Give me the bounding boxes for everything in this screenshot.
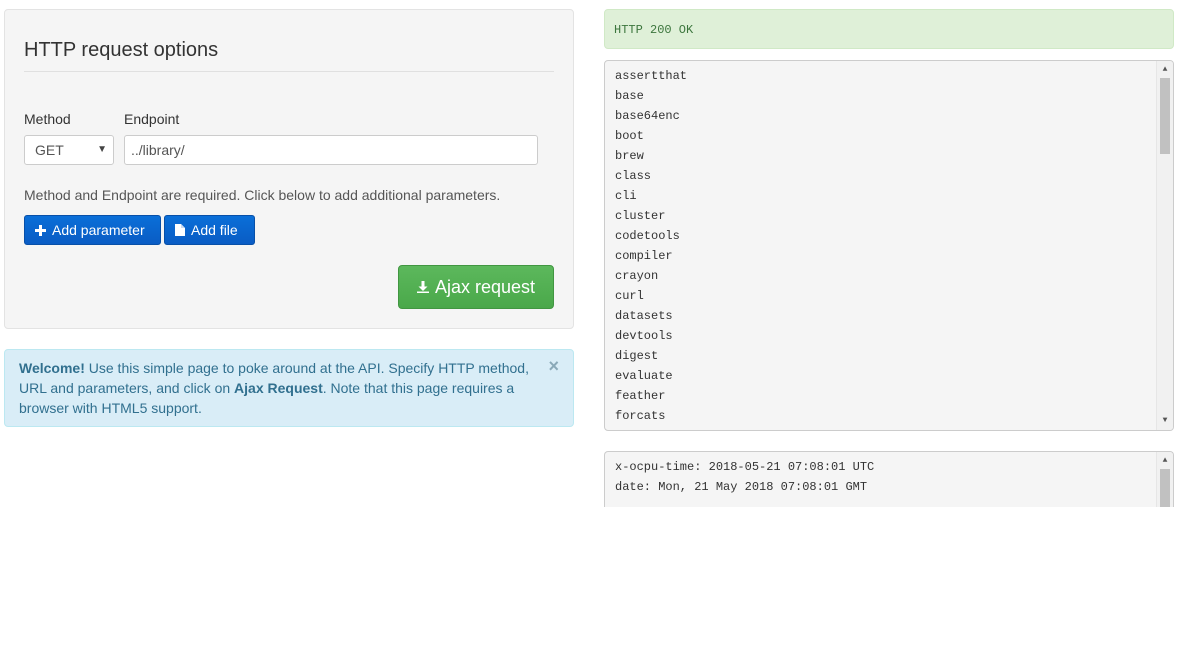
scroll-up-icon[interactable]: ▲ [1157,63,1173,77]
help-text: Method and Endpoint are required. Click … [24,187,501,203]
output-line: feather [615,389,666,403]
add-parameter-button[interactable]: Add parameter [24,215,161,245]
method-label: Method [24,111,71,127]
scroll-thumb[interactable] [1160,469,1170,507]
output-line: brew [615,149,644,163]
method-value: GET [35,142,64,158]
response-body-output[interactable]: assertthat base base64enc boot brew clas… [604,60,1174,431]
output-line: class [615,169,652,183]
download-icon [416,281,429,293]
welcome-strong: Welcome! [19,360,85,376]
output-line: base64enc [615,109,680,123]
welcome-alert: Welcome! Use this simple page to poke ar… [4,349,574,427]
header-line: date: Mon, 21 May 2018 07:08:01 GMT [615,480,868,494]
endpoint-input[interactable] [124,135,538,165]
add-parameter-label: Add parameter [52,222,145,238]
output-line: devtools [615,329,673,343]
caret-down-icon: ▼ [97,144,107,155]
output-line: forcats [615,409,666,423]
right-column: HTTP 200 OK assertthat base base64enc bo… [604,9,1174,507]
response-body-list: assertthat base base64enc boot brew clas… [605,61,1173,426]
response-headers-list: x-ocpu-time: 2018-05-21 07:08:01 UTC dat… [605,452,1173,497]
body-scrollbar[interactable]: ▲ ▼ [1156,61,1173,430]
welcome-ajax-strong: Ajax Request [234,380,323,396]
endpoint-label: Endpoint [124,111,180,127]
close-icon[interactable]: × [548,356,559,376]
left-column: HTTP request options Method Endpoint GET… [4,9,574,427]
status-text: HTTP 200 OK [614,23,694,37]
output-line: datasets [615,309,673,323]
output-line: evaluate [615,369,673,383]
add-file-label: Add file [191,222,238,238]
output-line: base [615,89,644,103]
scroll-thumb[interactable] [1160,78,1170,154]
panel-divider [24,71,554,72]
scroll-down-icon[interactable]: ▼ [1157,414,1173,428]
ajax-request-button[interactable]: Ajax request [398,265,554,309]
output-line: boot [615,129,644,143]
output-line: digest [615,349,659,363]
plus-icon [35,224,46,236]
response-headers-output[interactable]: x-ocpu-time: 2018-05-21 07:08:01 UTC dat… [604,451,1174,507]
panel-title: HTTP request options [24,39,219,61]
headers-scrollbar[interactable]: ▲ [1156,452,1173,507]
ajax-request-label: Ajax request [434,276,536,297]
output-line: compiler [615,249,673,263]
add-file-button[interactable]: Add file [164,215,255,245]
output-line: crayon [615,269,659,283]
file-icon [175,224,185,236]
method-select[interactable]: GET ▼ [24,135,114,165]
output-line: assertthat [615,69,688,83]
status-box: HTTP 200 OK [604,9,1174,49]
request-options-panel: HTTP request options Method Endpoint GET… [4,9,574,329]
output-line: cluster [615,209,666,223]
output-line: curl [615,289,644,303]
scroll-up-icon[interactable]: ▲ [1157,454,1173,468]
output-line: codetools [615,229,680,243]
output-line: cli [615,189,637,203]
header-line: x-ocpu-time: 2018-05-21 07:08:01 UTC [615,460,875,474]
